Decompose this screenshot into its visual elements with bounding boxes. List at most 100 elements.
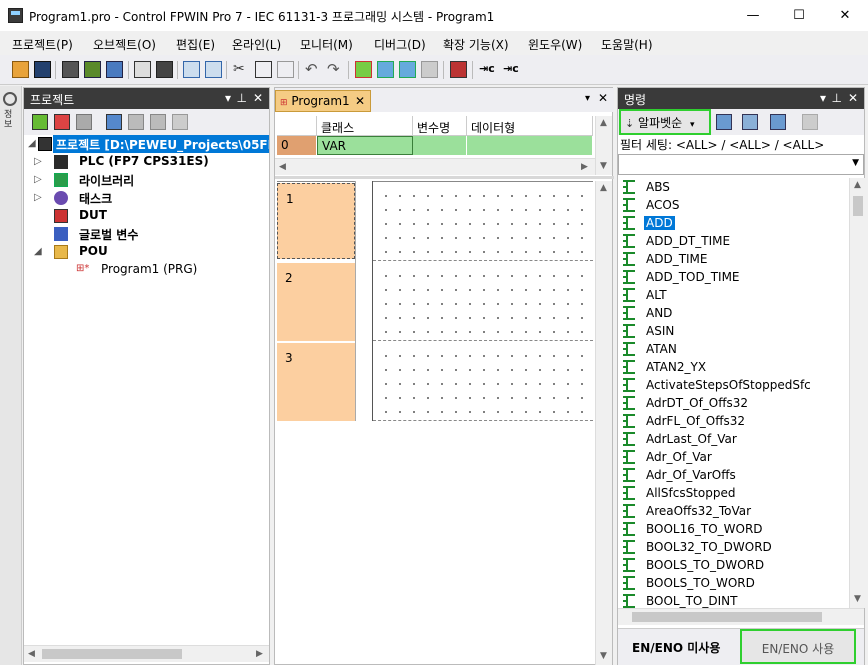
en-eno-on-tab[interactable]: EN/ENO 사용 (740, 629, 856, 664)
command-item[interactable]: ATAN (618, 340, 849, 358)
panel-close-icon[interactable]: ✕ (253, 91, 263, 105)
command-item[interactable]: AdrDT_Of_Offs32 (618, 394, 849, 412)
expand-icon[interactable]: ▷ (34, 156, 42, 167)
tab-program1[interactable]: ⊞ Program1 ✕ (275, 90, 371, 112)
command-item[interactable]: ADD_TIME (618, 250, 849, 268)
var-vscrollbar[interactable]: ▲ ▼ (595, 116, 612, 175)
info-tab-label[interactable]: 정보 (4, 110, 16, 130)
menu-object[interactable]: 오브젝트(O) (93, 36, 156, 53)
rebuild-icon[interactable] (106, 61, 123, 78)
pin-icon[interactable]: ⊥ (237, 91, 247, 105)
scroll-down-icon[interactable]: ▼ (600, 161, 607, 171)
ladder-area[interactable]: 1 2 3 (277, 181, 593, 511)
menu-extensions[interactable]: 확장 기능(X) (443, 36, 509, 53)
clear-filter-icon[interactable] (802, 114, 818, 130)
panel-close-icon[interactable]: ✕ (848, 91, 858, 105)
library-icon[interactable] (106, 114, 122, 130)
layers-icon[interactable] (172, 114, 188, 130)
tab-dropdown-icon[interactable]: ▾ (585, 93, 590, 104)
command-item[interactable]: ASIN (618, 322, 849, 340)
rung-area[interactable] (373, 183, 593, 261)
menu-project[interactable]: 프로젝트(P) (12, 36, 73, 53)
expand-icon[interactable]: ▷ (34, 174, 42, 185)
scroll-up-icon[interactable]: ▲ (600, 183, 607, 193)
scroll-thumb[interactable] (632, 612, 822, 622)
print-preview-icon[interactable] (134, 61, 151, 78)
download-icon[interactable] (377, 61, 394, 78)
command-item[interactable]: ADD_DT_TIME (618, 232, 849, 250)
command-item[interactable]: BOOL32_TO_DWORD (618, 538, 849, 556)
undo-icon[interactable]: ↶ (305, 61, 322, 78)
scroll-up-icon[interactable]: ▲ (600, 118, 607, 128)
command-list[interactable]: ABS ACOS ADD ADD_DT_TIME ADD_TIME ADD_TOD_TIM… (618, 178, 849, 608)
scroll-left-icon[interactable]: ◀ (279, 162, 286, 172)
cut-icon[interactable]: ✂ (233, 61, 250, 78)
print-icon[interactable] (156, 61, 173, 78)
menu-window[interactable]: 윈도우(W) (528, 36, 582, 53)
tree-item-task[interactable]: ▷ 태스크 (24, 189, 269, 207)
command-item[interactable]: AND (618, 304, 849, 322)
command-item[interactable]: BOOLS_TO_WORD (618, 574, 849, 592)
build-icon[interactable] (84, 61, 101, 78)
var-cell-type[interactable] (467, 136, 593, 155)
scroll-down-icon[interactable]: ▼ (600, 651, 607, 661)
collapse-icon[interactable]: ◢ (28, 138, 36, 149)
command-item[interactable]: ATAN2_YX (618, 358, 849, 376)
menu-edit[interactable]: 편집(E) (176, 36, 215, 53)
command-item[interactable]: ALT (618, 286, 849, 304)
var-header-type[interactable]: 데이터형 (467, 116, 593, 136)
info-icon[interactable] (3, 92, 17, 106)
panel-dropdown-icon[interactable]: ▾ (225, 91, 231, 105)
command-item[interactable]: BOOLS_TO_DWORD (618, 556, 849, 574)
scroll-thumb[interactable] (853, 196, 863, 216)
project-hscrollbar[interactable]: ◀ ▶ (24, 645, 269, 662)
find-icon[interactable] (183, 61, 200, 78)
insert-contact-icon[interactable]: ⇥c (479, 61, 496, 78)
editor-close-icon[interactable]: ✕ (598, 91, 608, 105)
command-vscrollbar[interactable]: ▲ ▼ (849, 178, 866, 608)
tree-root-label[interactable]: 프로젝트 [D:\PEWEU_Projects\05FPWIN (53, 135, 269, 153)
command-item[interactable]: ADD (618, 214, 849, 232)
menu-online[interactable]: 온라인(L) (232, 36, 281, 53)
command-item[interactable]: AdrLast_Of_Var (618, 430, 849, 448)
var-cell-name[interactable] (413, 136, 467, 155)
online-icon[interactable] (450, 61, 467, 78)
scroll-right-icon[interactable]: ▶ (256, 649, 263, 659)
var-hscrollbar[interactable]: ◀ ▶ (275, 158, 595, 175)
rung-area[interactable] (373, 343, 593, 421)
scroll-up-icon[interactable]: ▲ (854, 180, 861, 190)
command-item[interactable]: ADD_TOD_TIME (618, 268, 849, 286)
pin-icon[interactable]: ⊥ (832, 91, 842, 105)
import-icon[interactable] (128, 114, 144, 130)
tree-item-dut[interactable]: DUT (24, 207, 269, 225)
scroll-down-icon[interactable]: ▼ (854, 594, 861, 604)
chevron-down-icon[interactable]: ▼ (852, 158, 859, 168)
command-item[interactable]: BOOL_TO_DINT (618, 592, 849, 608)
var-cell-class[interactable]: VAR (317, 136, 413, 155)
sort-alphabetical-button[interactable]: ⇣ 알파벳순 ▾ (619, 109, 711, 135)
check-icon[interactable] (355, 61, 372, 78)
command-item[interactable]: BOOL16_TO_WORD (618, 520, 849, 538)
command-item[interactable]: Adr_Of_Var (618, 448, 849, 466)
add-folder-icon[interactable] (76, 114, 92, 130)
var-header-name[interactable]: 변수명 (413, 116, 467, 136)
scroll-thumb[interactable] (42, 649, 182, 659)
compile-icon[interactable] (62, 61, 79, 78)
minimize-button[interactable]: — (730, 0, 776, 31)
command-item[interactable]: Adr_Of_VarOffs (618, 466, 849, 484)
export-icon[interactable] (150, 114, 166, 130)
menu-help[interactable]: 도움말(H) (601, 36, 653, 53)
en-eno-off-tab[interactable]: EN/ENO 미사용 (632, 639, 720, 656)
paste-icon[interactable] (277, 61, 294, 78)
menu-debug[interactable]: 디버그(D) (374, 36, 426, 53)
filter-library-icon[interactable] (770, 114, 786, 130)
ladder-vscrollbar[interactable]: ▲ ▼ (595, 181, 612, 665)
panel-dropdown-icon[interactable]: ▾ (820, 91, 826, 105)
command-item[interactable]: AdrFL_Of_Offs32 (618, 412, 849, 430)
rung-number[interactable]: 2 (277, 263, 355, 341)
splitter[interactable] (275, 176, 614, 179)
upload-icon[interactable] (399, 61, 416, 78)
replace-icon[interactable] (205, 61, 222, 78)
tree-root[interactable]: ◢ 프로젝트 [D:\PEWEU_Projects\05FPWIN (24, 135, 269, 153)
tree-item-plc[interactable]: ▷ PLC (FP7 CPS31ES) (24, 153, 269, 171)
